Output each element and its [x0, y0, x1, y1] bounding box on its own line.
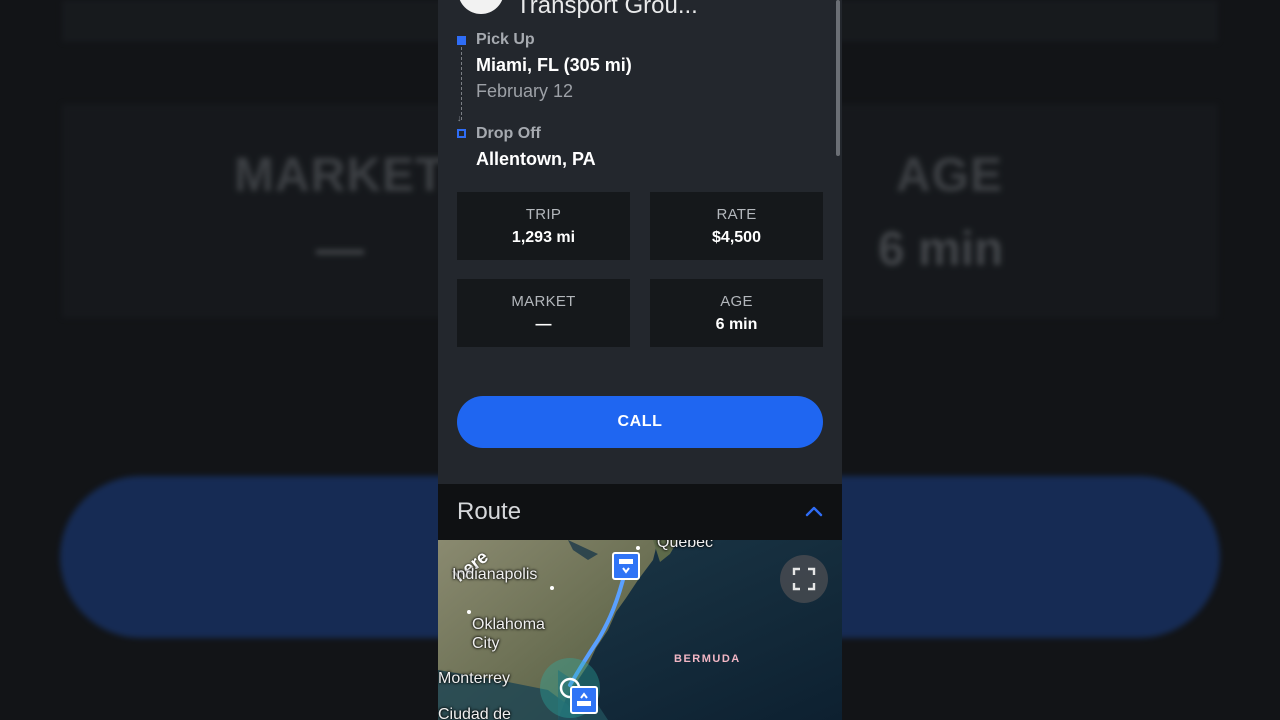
dropoff-pin-icon[interactable]	[612, 552, 640, 580]
stat-rate-label: RATE	[716, 206, 757, 223]
arrow-down-icon: ↓	[457, 113, 462, 123]
fullscreen-button[interactable]	[780, 555, 828, 603]
route-section-header[interactable]: Route	[438, 484, 842, 540]
pickup-location: Miami, FL (305 mi)	[476, 55, 632, 75]
map-label-indianapolis: Indianapolis	[452, 566, 538, 583]
stat-rate: RATE $4,500	[650, 192, 823, 260]
map-label-bermuda: BERMUDA	[674, 653, 741, 665]
map-label-quebec: Quebec	[657, 540, 714, 551]
stat-market-value: —	[535, 316, 552, 333]
stat-trip-value: 1,293 mi	[511, 229, 576, 246]
bg-market-value: —	[316, 223, 364, 276]
dropoff-location: Allentown, PA	[476, 149, 596, 169]
stat-trip-label: TRIP	[525, 206, 562, 223]
company-avatar	[458, 0, 504, 14]
fullscreen-icon	[792, 567, 816, 591]
stat-age-value: 6 min	[715, 316, 758, 333]
chevron-up-icon[interactable]	[804, 502, 824, 522]
stat-trip: TRIP 1,293 mi	[457, 192, 630, 260]
bg-market-label: MARKET	[234, 149, 446, 202]
dropoff-label: Drop Off	[476, 125, 541, 142]
pickup-date: February 12	[476, 81, 574, 101]
stat-market: MARKET —	[457, 279, 630, 347]
company-name: Transport Grou...	[516, 0, 698, 19]
map-label-oklahoma: Oklahoma	[472, 616, 545, 633]
bg-age-value: 6 min	[878, 223, 1004, 276]
screen: MARKET — AGE 6 min Transport Grou... ↓ P…	[0, 0, 1280, 720]
map-label-ciudad: Ciudad de	[438, 706, 511, 720]
map-label-city: City	[472, 635, 500, 652]
scrollbar[interactable]	[836, 0, 840, 156]
dropoff-marker-icon	[457, 129, 466, 138]
stat-age-label: AGE	[720, 293, 753, 310]
pickup-marker-icon	[457, 36, 466, 45]
stat-age: AGE 6 min	[650, 279, 823, 347]
stat-market-label: MARKET	[511, 293, 576, 310]
route-title: Route	[457, 498, 522, 525]
route-connector	[461, 42, 462, 120]
call-button[interactable]: CALL	[457, 396, 823, 448]
route-map[interactable]: here Indianapolis Oklahoma City Monterre…	[438, 540, 842, 720]
stat-rate-value: $4,500	[712, 229, 761, 246]
bg-age-label: AGE	[896, 149, 1004, 202]
map-label-monterrey: Monterrey	[438, 670, 511, 687]
pickup-label: Pick Up	[476, 31, 535, 48]
load-detail-panel: Transport Grou... ↓ Pick Up Miami, FL (3…	[438, 0, 842, 720]
pickup-pin-icon[interactable]	[570, 686, 598, 714]
